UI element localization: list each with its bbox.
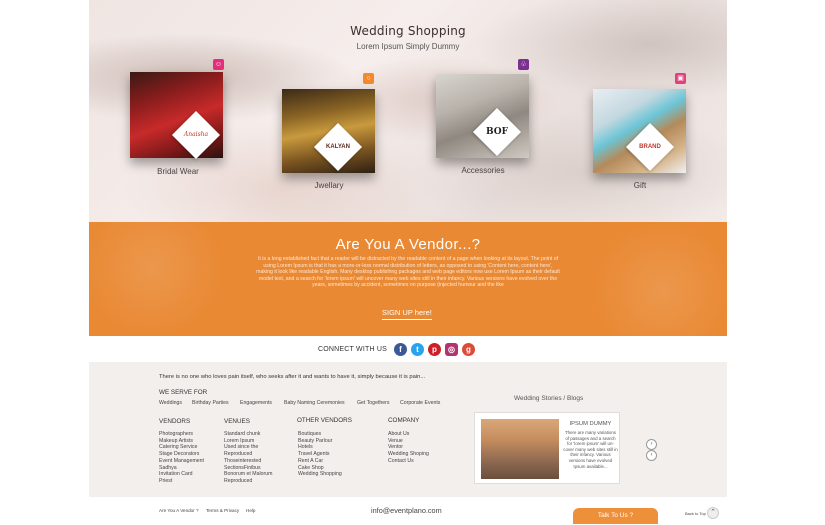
blog-card-title: IPSUM DUMMY bbox=[569, 421, 612, 427]
googleplus-icon[interactable]: g bbox=[462, 343, 475, 356]
vendor-logo: BOF bbox=[472, 107, 522, 157]
other-vendors-heading: OTHER VENDORS bbox=[297, 417, 352, 424]
footer-link[interactable]: Event Management bbox=[159, 458, 204, 465]
shoe-icon: ♧ bbox=[518, 59, 529, 70]
gift-icon: ▣ bbox=[675, 73, 686, 84]
section-title: Wedding Shopping bbox=[350, 24, 466, 38]
serve-item[interactable]: Corporate Events bbox=[400, 400, 440, 406]
other-vendors-list: Boutiques Beauty Parlour Hotels Travel A… bbox=[298, 431, 342, 478]
vendor-banner: Are You A Vendor...? It is a long establ… bbox=[89, 222, 727, 336]
serve-item[interactable]: Get Togethers bbox=[357, 400, 390, 406]
chevron-down-icon[interactable]: ‹ bbox=[646, 450, 657, 461]
vendor-logo: KALYAN bbox=[313, 122, 363, 172]
blog-card[interactable]: IPSUM DUMMY There are many variations of… bbox=[474, 412, 620, 484]
pinterest-icon[interactable]: p bbox=[428, 343, 441, 356]
footer-link[interactable]: Ventor bbox=[388, 444, 429, 451]
footer-link[interactable]: Travel Agents bbox=[298, 451, 342, 458]
footer-link[interactable]: Boutiques bbox=[298, 431, 342, 438]
footer-link[interactable]: Standard chunk bbox=[224, 431, 272, 438]
serve-item[interactable]: Engagements bbox=[240, 400, 272, 406]
footer-link[interactable]: Reproduced bbox=[224, 478, 272, 485]
serve-item[interactable]: Birthday Parties bbox=[192, 400, 229, 406]
footer-tagline: There is no one who loves pain itself, w… bbox=[159, 374, 426, 380]
vendors-list: Photographers Makeup Artists Catering Se… bbox=[159, 431, 204, 485]
footer-link[interactable]: Makeup Artists bbox=[159, 438, 204, 445]
ring-icon: ○ bbox=[363, 73, 374, 84]
terms-link[interactable]: Terms & Privacy bbox=[206, 508, 239, 513]
footer-link[interactable]: Reproduced bbox=[224, 451, 272, 458]
footer-link[interactable]: Wedding Shoping bbox=[388, 451, 429, 458]
footer-link[interactable]: Cake Shop bbox=[298, 465, 342, 472]
venues-heading: VENUES bbox=[224, 418, 250, 425]
footer-link[interactable]: Lorem Ipsum bbox=[224, 438, 272, 445]
footer-link[interactable]: Rent A Car bbox=[298, 458, 342, 465]
serve-item[interactable]: Weddings bbox=[159, 400, 182, 406]
connect-label: CONNECT WITH US bbox=[318, 346, 387, 353]
footer-link[interactable]: Invitation Card bbox=[159, 471, 204, 478]
category-bridal-wear[interactable]: ☺ Anaisha Bridal Wear bbox=[130, 58, 240, 183]
twitter-icon[interactable]: t bbox=[411, 343, 424, 356]
section-subtitle: Lorem Ipsum Simply Dummy bbox=[356, 42, 460, 51]
category-label: Jwellary bbox=[314, 181, 344, 190]
vendor-title: Are You A Vendor...? bbox=[335, 236, 481, 253]
wedding-shopping-section: Wedding Shopping Lorem Ipsum Simply Dumm… bbox=[89, 0, 727, 222]
signup-link[interactable]: SIGN UP here! bbox=[382, 308, 432, 320]
blog-card-text: There are many variations of passages an… bbox=[563, 430, 618, 469]
footer-link[interactable]: About Us bbox=[388, 431, 429, 438]
vendor-description: It is a long established fact that a rea… bbox=[256, 256, 560, 289]
bottom-bar: Are You A Vendor ? Terms & Privacy Help … bbox=[89, 497, 727, 525]
category-label: Gift bbox=[633, 181, 647, 190]
instagram-icon[interactable]: ◎ bbox=[445, 343, 458, 356]
footer-link[interactable]: Sadhya bbox=[159, 465, 204, 472]
venues-list: Standard chunk Lorem Ipsum Used since th… bbox=[224, 431, 272, 485]
footer-link[interactable]: Priest bbox=[159, 478, 204, 485]
footer-link[interactable]: Stage Decorators bbox=[159, 451, 204, 458]
page: Wedding Shopping Lorem Ipsum Simply Dumm… bbox=[89, 0, 727, 525]
footer-link[interactable]: Contact Us bbox=[388, 458, 429, 465]
user-icon: ☺ bbox=[213, 59, 224, 70]
footer: There is no one who loves pain itself, w… bbox=[89, 362, 727, 497]
category-label: Accessories bbox=[461, 166, 505, 175]
connect-bar: CONNECT WITH US f t p ◎ g bbox=[89, 336, 727, 362]
footer-link[interactable]: Beauty Parlour bbox=[298, 438, 342, 445]
back-to-top-label: Back to Top bbox=[685, 511, 706, 516]
contact-email[interactable]: info@eventplano.com bbox=[371, 506, 442, 515]
talk-to-us-button[interactable]: Talk To Us ? bbox=[573, 508, 658, 524]
vendor-link[interactable]: Are You A Vendor ? bbox=[159, 508, 199, 513]
footer-link[interactable]: Catering Service bbox=[159, 444, 204, 451]
help-link[interactable]: Help bbox=[246, 508, 255, 513]
footer-link[interactable]: SectionsFinibus bbox=[224, 465, 272, 472]
category-accessories[interactable]: ♧ BOF Accessories bbox=[435, 58, 545, 183]
footer-link[interactable]: Thoseinterested bbox=[224, 458, 272, 465]
footer-link[interactable]: Used since the bbox=[224, 444, 272, 451]
category-jwellary[interactable]: ○ KALYAN Jwellary bbox=[281, 72, 391, 197]
footer-link[interactable]: Bonorum et Malorum bbox=[224, 471, 272, 478]
company-list: About Us Venue Ventor Wedding Shoping Co… bbox=[388, 431, 429, 465]
blog-section-title: Wedding Stories / Blogs bbox=[514, 395, 584, 402]
blog-image bbox=[481, 419, 559, 479]
company-heading: COMPANY bbox=[388, 417, 420, 424]
vendor-logo: BRAND bbox=[625, 122, 675, 172]
footer-link[interactable]: Photographers bbox=[159, 431, 204, 438]
vendors-heading: VENDORS bbox=[159, 418, 191, 425]
chevron-up-icon[interactable]: › bbox=[646, 439, 657, 450]
serve-item[interactable]: Baby Naming Ceremonies bbox=[284, 400, 345, 406]
category-gift[interactable]: ▣ BRAND Gift bbox=[592, 72, 702, 197]
category-label: Bridal Wear bbox=[157, 167, 199, 176]
chevron-up-icon[interactable]: ⌃ bbox=[707, 507, 719, 519]
footer-link[interactable]: Venue bbox=[388, 438, 429, 445]
we-serve-title: WE SERVE FOR bbox=[159, 389, 208, 396]
footer-link[interactable]: Hotels bbox=[298, 444, 342, 451]
vendor-logo: Anaisha bbox=[171, 110, 221, 160]
facebook-icon[interactable]: f bbox=[394, 343, 407, 356]
footer-link[interactable]: Wedding Shopping bbox=[298, 471, 342, 478]
